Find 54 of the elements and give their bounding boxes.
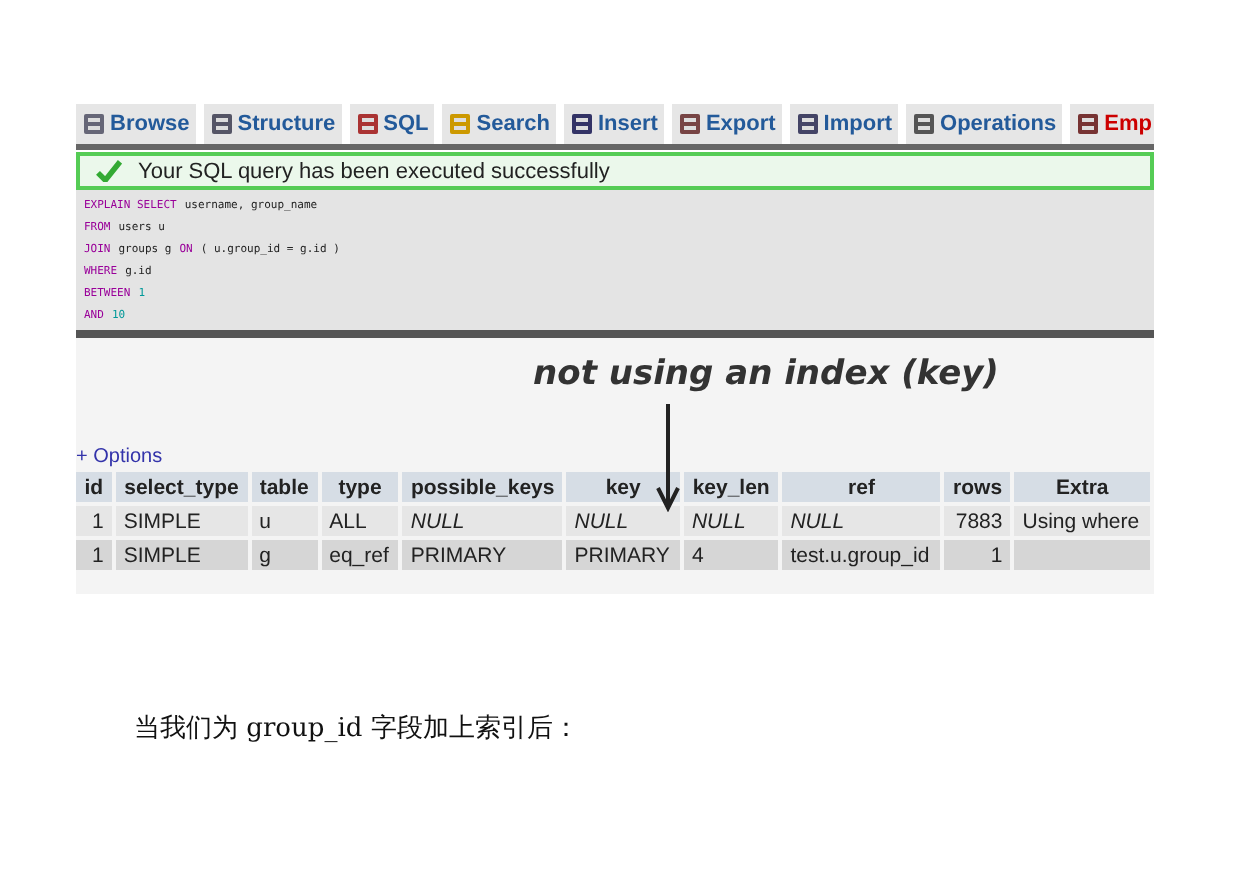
column-header[interactable]: id xyxy=(76,472,112,502)
tab-icon xyxy=(569,112,594,136)
tab[interactable]: SQL xyxy=(349,104,435,144)
table-cell: Using where xyxy=(1014,506,1150,536)
table-cell: NULL xyxy=(566,506,680,536)
table-cell: 7883 xyxy=(944,506,1011,536)
down-arrow xyxy=(656,404,680,512)
column-header[interactable]: key_len xyxy=(683,472,779,502)
tab-icon xyxy=(209,112,234,136)
column-header[interactable]: key xyxy=(566,472,680,502)
column-header[interactable]: ref xyxy=(782,472,941,502)
table-cell: PRIMARY xyxy=(402,540,563,570)
tab[interactable]: Operations xyxy=(906,104,1063,144)
success-message: Your SQL query has been executed successfully xyxy=(138,159,610,183)
column-header[interactable]: possible_keys xyxy=(402,472,563,502)
table-cell: NULL xyxy=(683,506,779,536)
caption-text: 当我们为 group_id 字段加上索引后： xyxy=(134,712,581,746)
table-cell: 1 xyxy=(76,506,112,536)
table-cell: SIMPLE xyxy=(115,540,248,570)
column-header[interactable]: type xyxy=(321,472,399,502)
table-cell: u xyxy=(251,506,318,536)
tab[interactable]: Insert xyxy=(563,104,664,144)
table-cell: 4 xyxy=(683,540,779,570)
tab[interactable]: Search xyxy=(442,104,556,144)
column-header[interactable]: Extra xyxy=(1014,472,1150,502)
tab[interactable]: Browse xyxy=(76,104,196,144)
tab-icon xyxy=(795,112,820,136)
tab-icon xyxy=(82,112,106,136)
tab-icon xyxy=(1076,112,1101,136)
checkmark-icon xyxy=(96,160,122,182)
tab[interactable]: Structure xyxy=(203,104,342,144)
column-header[interactable]: table xyxy=(251,472,318,502)
tab-icon xyxy=(677,112,702,136)
column-header[interactable]: select_type xyxy=(115,472,248,502)
tab[interactable]: Export xyxy=(671,104,782,144)
table-cell: NULL xyxy=(782,506,941,536)
annotation-text: not using an index (key) xyxy=(531,352,1001,394)
options-link[interactable]: + Options xyxy=(76,446,1154,468)
tab[interactable]: Emp xyxy=(1070,104,1154,144)
table-cell: eq_ref xyxy=(321,540,399,570)
table-cell xyxy=(1014,540,1150,570)
table-cell: test.u.group_id xyxy=(782,540,941,570)
tab-icon xyxy=(355,112,380,136)
table-cell: 1 xyxy=(944,540,1011,570)
tab-icon xyxy=(448,112,473,136)
table-cell: SIMPLE xyxy=(115,506,248,536)
table-cell: ALL xyxy=(321,506,399,536)
table-cell: 1 xyxy=(76,540,112,570)
tab-icon xyxy=(912,112,937,136)
table-cell: g xyxy=(251,540,318,570)
column-header[interactable]: rows xyxy=(944,472,1011,502)
table-cell: PRIMARY xyxy=(566,540,680,570)
tab[interactable]: Import xyxy=(789,104,899,144)
table-cell: NULL xyxy=(402,506,563,536)
